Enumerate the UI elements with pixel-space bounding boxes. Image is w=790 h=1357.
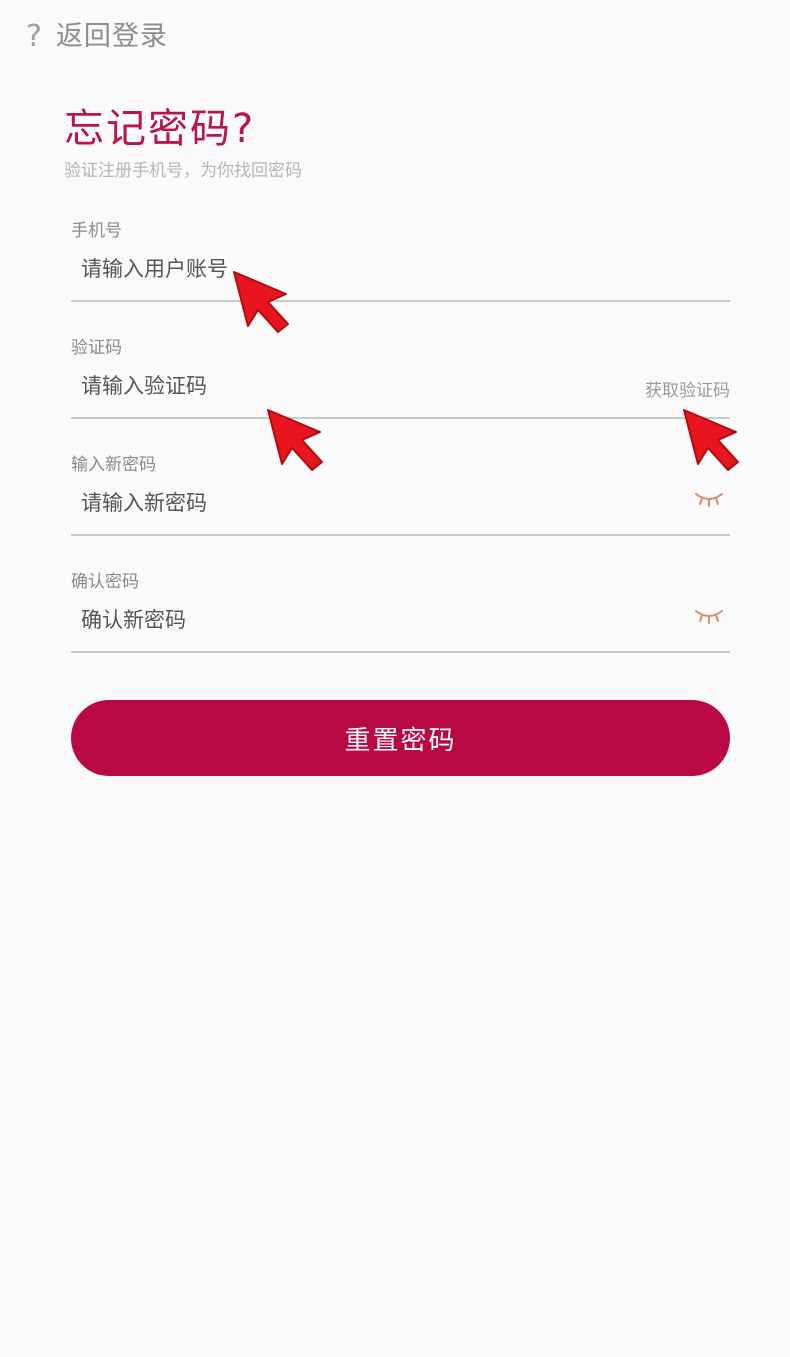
confirm-password-underline bbox=[71, 651, 730, 653]
back-to-login-link[interactable]: ? 返回登录 bbox=[26, 14, 168, 53]
new-password-field: 输入新密码 bbox=[71, 450, 730, 540]
page-title: 忘记密码? bbox=[64, 106, 256, 152]
phone-field: 手机号 bbox=[71, 216, 730, 306]
phone-input[interactable] bbox=[71, 246, 730, 292]
annotation-arrow-icon bbox=[233, 271, 289, 333]
phone-underline bbox=[71, 300, 730, 302]
eye-closed-icon[interactable] bbox=[694, 490, 724, 510]
verification-code-input[interactable] bbox=[71, 363, 730, 409]
confirm-password-input[interactable] bbox=[71, 597, 730, 643]
confirm-password-field: 确认密码 bbox=[71, 567, 730, 657]
annotation-arrow-icon bbox=[683, 409, 739, 471]
get-code-button[interactable]: 获取验证码 bbox=[645, 376, 730, 401]
verification-code-underline bbox=[71, 417, 730, 419]
back-to-login-label: 返回登录 bbox=[55, 21, 168, 52]
confirm-password-label: 确认密码 bbox=[71, 572, 139, 592]
help-icon: ? bbox=[26, 18, 42, 54]
verification-code-label: 验证码 bbox=[71, 338, 122, 358]
new-password-label: 输入新密码 bbox=[71, 455, 156, 475]
reset-password-button[interactable]: 重置密码 bbox=[71, 700, 730, 776]
verification-code-field: 验证码 获取验证码 bbox=[71, 333, 730, 423]
new-password-input[interactable] bbox=[71, 480, 730, 526]
annotation-arrow-icon bbox=[267, 409, 323, 471]
phone-label: 手机号 bbox=[71, 221, 122, 241]
eye-closed-icon[interactable] bbox=[694, 607, 724, 627]
page-subtitle: 验证注册手机号，为你找回密码 bbox=[64, 161, 302, 181]
forgot-password-page: ? 返回登录 忘记密码? 验证注册手机号，为你找回密码 手机号 验证码 获取验证… bbox=[0, 0, 790, 1357]
new-password-underline bbox=[71, 534, 730, 536]
